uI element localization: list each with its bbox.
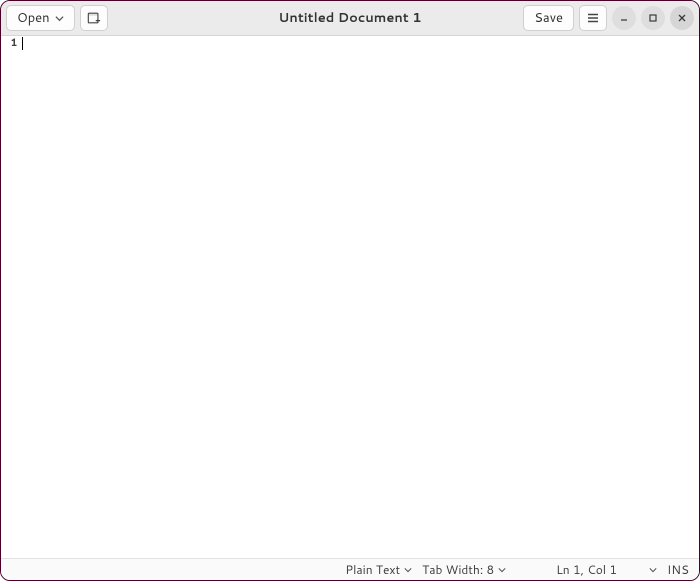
line-number: 1 xyxy=(1,36,21,51)
cursor-position-selector[interactable]: Ln 1, Col 1 xyxy=(556,561,657,578)
text-caret xyxy=(22,37,23,50)
status-bar: Plain Text Tab Width: 8 Ln 1, Col 1 INS xyxy=(1,558,699,580)
hamburger-icon xyxy=(586,11,600,25)
chevron-down-icon xyxy=(404,566,412,574)
tab-width-label: Tab Width: 8 xyxy=(422,561,494,578)
minimize-icon xyxy=(619,13,629,23)
insert-mode-indicator[interactable]: INS xyxy=(667,561,689,578)
close-icon xyxy=(677,13,687,23)
cursor-position-label: Ln 1, Col 1 xyxy=(556,561,617,578)
window-maximize-button[interactable] xyxy=(641,6,665,30)
tab-width-selector[interactable]: Tab Width: 8 xyxy=(422,561,506,578)
editor-area: 1 xyxy=(1,36,699,558)
window-minimize-button[interactable] xyxy=(612,6,636,30)
save-button[interactable]: Save xyxy=(523,5,574,31)
new-tab-icon xyxy=(87,11,101,25)
header-left-cluster: Open xyxy=(6,5,108,31)
header-bar: Untitled Document 1 Open xyxy=(1,1,699,36)
language-label: Plain Text xyxy=(345,561,400,578)
maximize-icon xyxy=(648,13,658,23)
window-close-button[interactable] xyxy=(670,6,694,30)
chevron-down-icon xyxy=(649,566,657,574)
language-selector[interactable]: Plain Text xyxy=(345,561,412,578)
line-number-gutter: 1 xyxy=(1,36,21,558)
save-button-label: Save xyxy=(534,9,563,27)
window: Untitled Document 1 Open xyxy=(0,0,700,581)
chevron-down-icon xyxy=(55,14,64,23)
open-button[interactable]: Open xyxy=(6,5,75,31)
new-tab-button[interactable] xyxy=(80,5,108,31)
chevron-down-icon xyxy=(498,566,506,574)
header-right-cluster: Save xyxy=(523,5,694,31)
hamburger-menu-button[interactable] xyxy=(579,5,607,31)
open-button-label: Open xyxy=(17,9,50,27)
text-editor[interactable] xyxy=(21,36,699,558)
insert-mode-label: INS xyxy=(667,561,689,578)
